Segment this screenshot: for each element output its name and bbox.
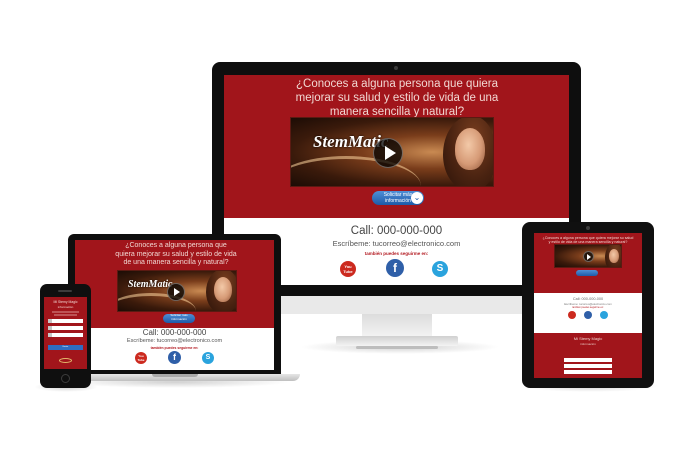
skype-icon[interactable]: S <box>202 352 214 364</box>
laptop-social-row: You Tube f S <box>75 350 274 366</box>
tablet-hero: ¿Conoces a alguna persona que quiera mej… <box>534 233 642 293</box>
desktop-cta-button[interactable]: Solicitar más información ⌄ <box>372 191 424 205</box>
play-icon[interactable]: #m-video .play::after{border-top-width:7… <box>373 138 403 168</box>
skype-icon[interactable]: S <box>432 261 448 277</box>
tablet-brand-title: Mi Stemy Magic <box>573 336 603 341</box>
video-face-image <box>214 277 232 302</box>
youtube-icon[interactable]: You Tube <box>340 261 356 277</box>
laptop-screen: ¿Conoces a alguna persona que quiera mej… <box>75 240 274 370</box>
desktop-question: ¿Conoces a alguna persona que quiera mej… <box>295 78 499 118</box>
user-icon <box>48 319 52 323</box>
phone-speaker <box>58 290 72 292</box>
monitor-camera <box>394 66 398 70</box>
video-face-image <box>455 128 485 170</box>
phone-brand-subtitle: información <box>57 305 74 309</box>
tablet-name-field[interactable] <box>564 358 612 362</box>
monitor-stand-edge <box>356 346 438 349</box>
phone-screen: Mi Stemy Magic información Enviar <box>44 297 87 369</box>
tablet-email-field[interactable] <box>564 364 612 368</box>
laptop-cta-button[interactable]: Solicitar más información <box>163 313 195 323</box>
video-face-image <box>609 249 619 263</box>
tablet-video-player[interactable]: #t-video .play::after{border-top-width:3… <box>554 244 622 268</box>
phone-phone-field[interactable] <box>48 333 83 337</box>
phone-name-field[interactable] <box>48 319 83 323</box>
facebook-icon[interactable]: f <box>168 351 181 364</box>
facebook-icon[interactable]: f <box>386 259 404 277</box>
tablet-phone-field[interactable] <box>564 370 612 374</box>
phone-logo-icon <box>59 358 72 363</box>
phone-description <box>48 311 83 316</box>
play-icon[interactable]: #l-video .play::after{border-top-width:4… <box>167 283 185 301</box>
laptop-call-text: Call: 000-000-000 <box>142 328 207 337</box>
tablet-social-row <box>534 309 642 329</box>
chevron-down-icon: ⌄ <box>411 192 423 204</box>
youtube-icon[interactable]: You Tube <box>135 352 147 364</box>
skype-icon[interactable] <box>600 311 608 319</box>
tablet-call-text: Call: 000-000-000 <box>572 297 604 301</box>
mail-icon <box>48 326 52 330</box>
phone-home-button[interactable] <box>61 374 70 383</box>
play-icon[interactable]: #t-video .play::after{border-top-width:3… <box>583 251 594 262</box>
desktop-hero: ¿Conoces a alguna persona que quiera mej… <box>224 75 569 218</box>
monitor-stand-base <box>336 336 458 346</box>
desktop-video-player[interactable]: StemMatic #m-video .play::after{border-t… <box>290 117 494 187</box>
phone-brand-title: Mi Stemy Magic <box>53 300 78 304</box>
phone-icon <box>48 333 52 337</box>
laptop-hero: ¿Conoces a alguna persona que quiera mej… <box>75 240 274 328</box>
monitor-stand-neck <box>362 314 432 336</box>
laptop-video-player[interactable]: StemMatic #l-video .play::after{border-t… <box>117 270 237 312</box>
phone-email-field[interactable] <box>48 326 83 330</box>
tablet-screen: ¿Conoces a alguna persona que quiera mej… <box>534 233 642 378</box>
laptop-email-text: Escríbeme: tucorreo@electronico.com <box>126 338 223 344</box>
video-logo: StemMatic <box>128 279 173 290</box>
tablet-brand-subtitle: información <box>580 342 596 346</box>
phone-submit-button[interactable]: Enviar <box>48 345 83 350</box>
laptop-question: ¿Conoces a alguna persona que quiera mej… <box>115 242 237 266</box>
tablet-camera <box>586 226 590 230</box>
tablet-form-section: Mi Stemy Magic información <box>534 333 642 378</box>
youtube-icon[interactable] <box>568 311 576 319</box>
cta-label: Solicitar más información <box>383 192 413 204</box>
laptop-notch <box>152 374 198 377</box>
tablet-cta-button[interactable] <box>576 270 598 276</box>
facebook-icon[interactable] <box>584 311 592 319</box>
